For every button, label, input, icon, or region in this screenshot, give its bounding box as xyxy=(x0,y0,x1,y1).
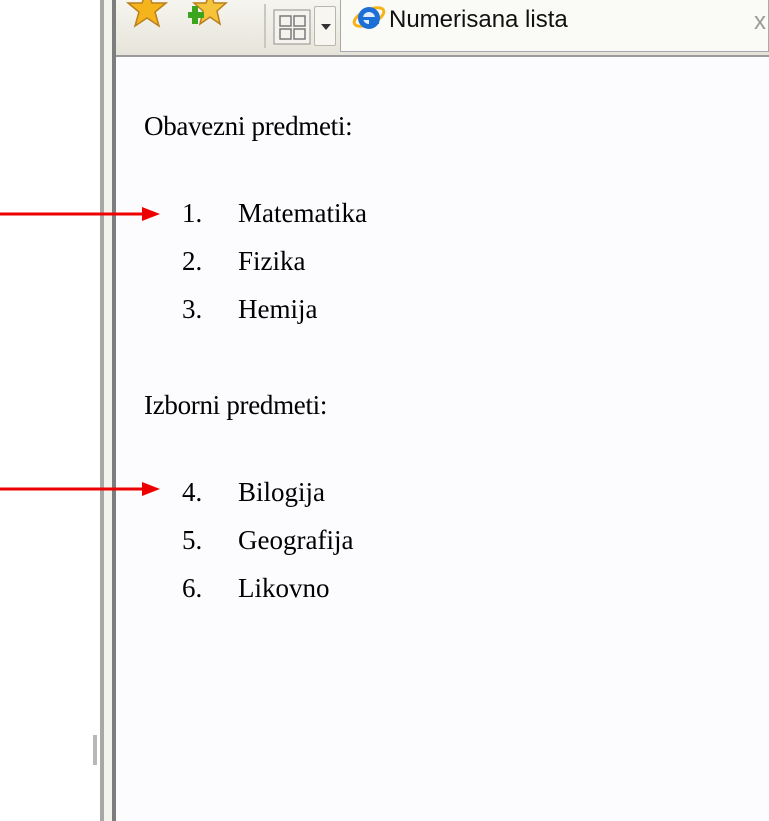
list-item-label: Fizika xyxy=(238,246,306,276)
browser-toolbar: Numerisana lista x xyxy=(116,0,769,57)
ie-logo-icon xyxy=(351,2,387,41)
favorites-star-icon[interactable] xyxy=(125,0,169,35)
list-item-label: Matematika xyxy=(238,198,367,228)
section-heading-izborni: Izborni predmeti: xyxy=(144,390,328,420)
list-item-label: Geografija xyxy=(238,525,354,555)
list-item-label: Hemija xyxy=(238,294,318,324)
tab-numerisana-lista[interactable]: Numerisana lista x xyxy=(340,0,769,52)
add-favorite-icon[interactable] xyxy=(186,0,228,35)
quick-tabs-icon[interactable] xyxy=(272,6,312,46)
window-left-border xyxy=(100,0,116,821)
toolbar-separator xyxy=(264,4,266,48)
list-item-number: 6. xyxy=(182,573,203,603)
list-item-label: Bilogija xyxy=(238,477,325,507)
list-item-label: Likovno xyxy=(238,573,330,603)
list-item-number: 3. xyxy=(182,294,203,324)
tab-list-dropdown-icon[interactable] xyxy=(314,6,336,46)
red-arrow-icon xyxy=(0,482,160,496)
tab-title: Numerisana lista xyxy=(389,6,568,33)
list-item-number: 2. xyxy=(182,246,203,276)
list-item-number: 1. xyxy=(182,198,203,228)
list-item-number: 4. xyxy=(182,477,203,507)
page-content: Obavezni predmeti: 1. Matematika 2. Fizi… xyxy=(116,57,769,821)
section-heading-obavezni: Obavezni predmeti: xyxy=(144,111,353,141)
red-arrow-icon xyxy=(0,207,160,221)
window-border-mark xyxy=(93,735,97,765)
tab-close-button[interactable]: x xyxy=(754,8,766,36)
list-item-number: 5. xyxy=(182,525,203,555)
